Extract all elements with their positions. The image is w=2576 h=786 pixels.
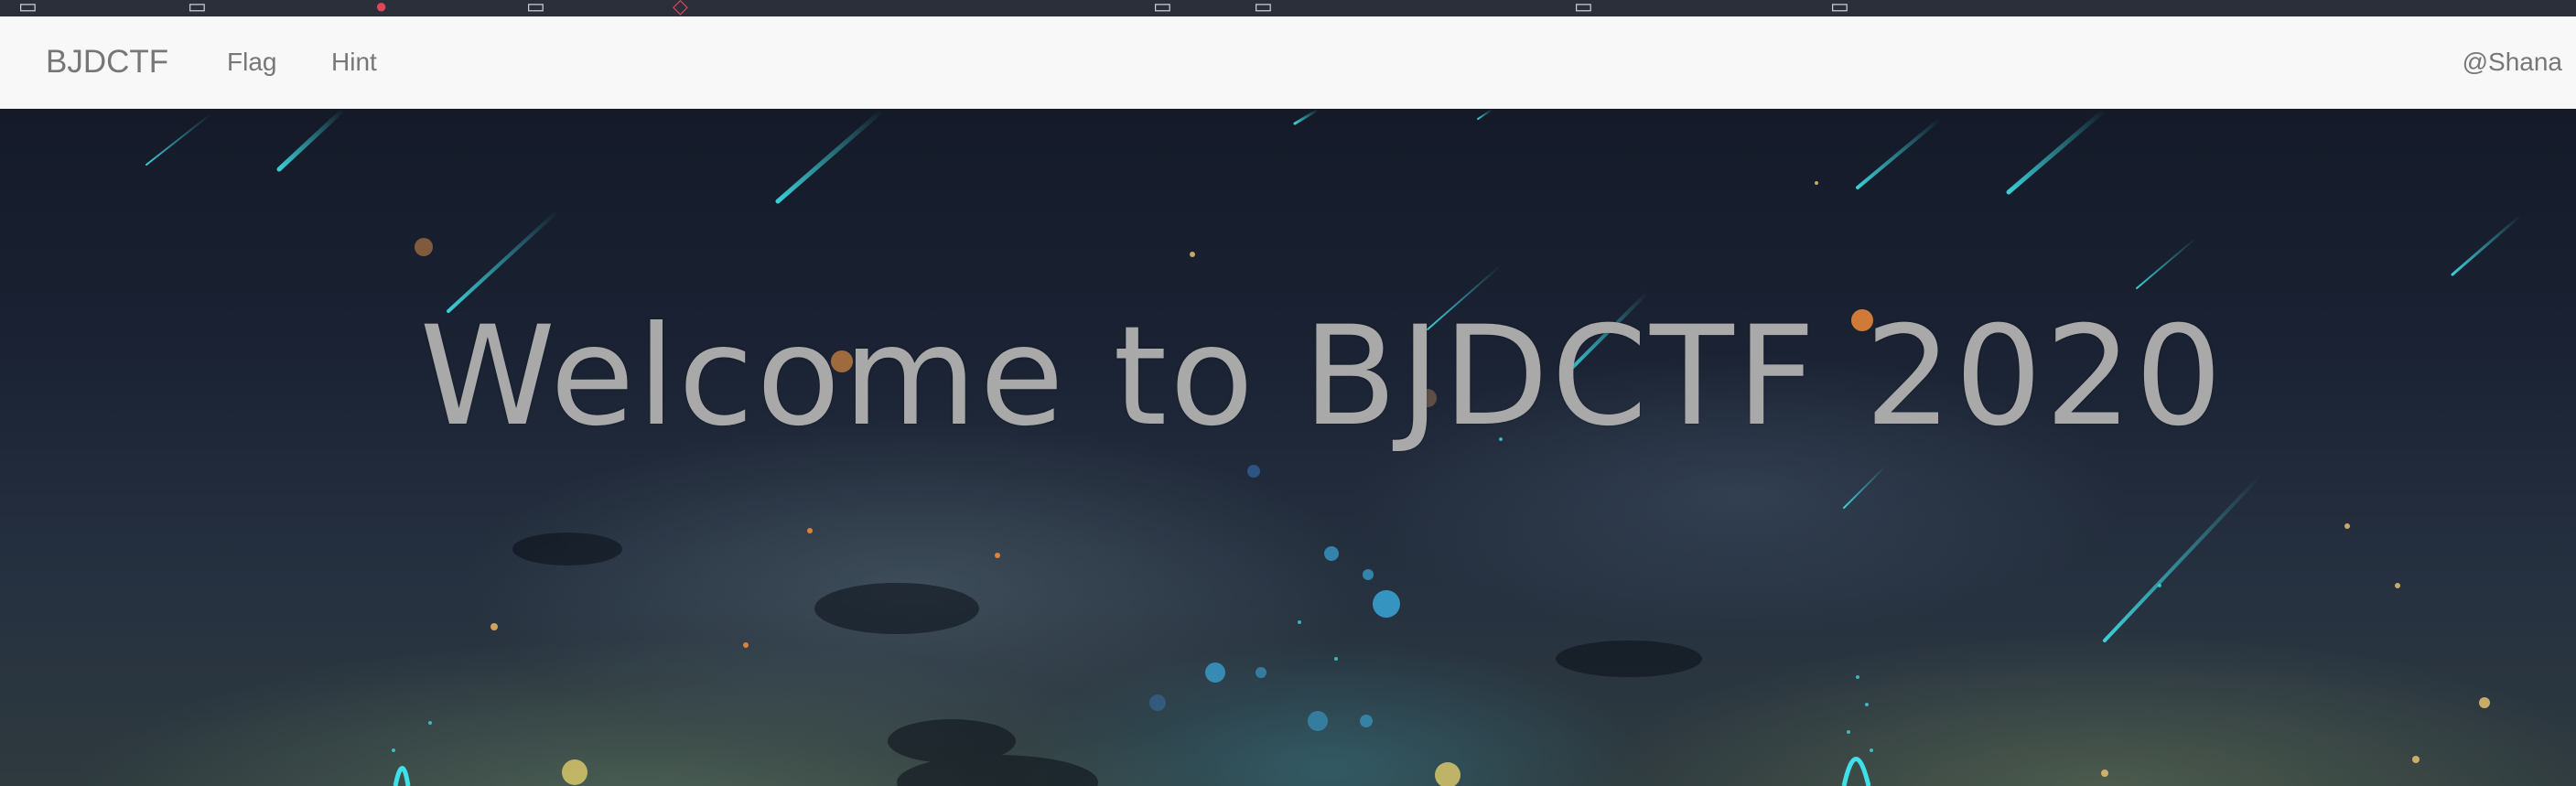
- bookmark-item[interactable]: ▭: [526, 0, 545, 16]
- bookmark-item[interactable]: ▭: [188, 0, 207, 16]
- brand-link[interactable]: BJDCTF: [46, 44, 168, 81]
- nav-link-hint[interactable]: Hint: [331, 48, 377, 77]
- bokeh-particles: [415, 181, 2490, 786]
- welcome-heading: Welcome to BJDCTF 2020: [419, 297, 2226, 457]
- bookmark-item[interactable]: ▭: [1254, 0, 1273, 16]
- bookmark-item[interactable]: ▭: [18, 0, 38, 16]
- bookmark-item[interactable]: ▭: [1830, 0, 1849, 16]
- nav-link-flag[interactable]: Flag: [227, 48, 276, 77]
- user-link[interactable]: @Shana: [2463, 48, 2562, 77]
- bookmark-item[interactable]: ◇: [673, 0, 688, 16]
- sparkles: [392, 437, 2161, 752]
- bookmarks-bar: ▭ ▭ ● ▭ ◇ ▭ ▭ ▭ ▭: [0, 0, 2576, 16]
- clouds: [512, 533, 1702, 786]
- top-navbar: BJDCTF Flag Hint @Shana: [0, 16, 2576, 109]
- bookmark-item[interactable]: ▭: [1574, 0, 1593, 16]
- hero-banner: Welcome to BJDCTF 2020: [0, 110, 2576, 786]
- bookmark-item[interactable]: ●: [375, 0, 387, 16]
- bookmark-item[interactable]: ▭: [1153, 0, 1172, 16]
